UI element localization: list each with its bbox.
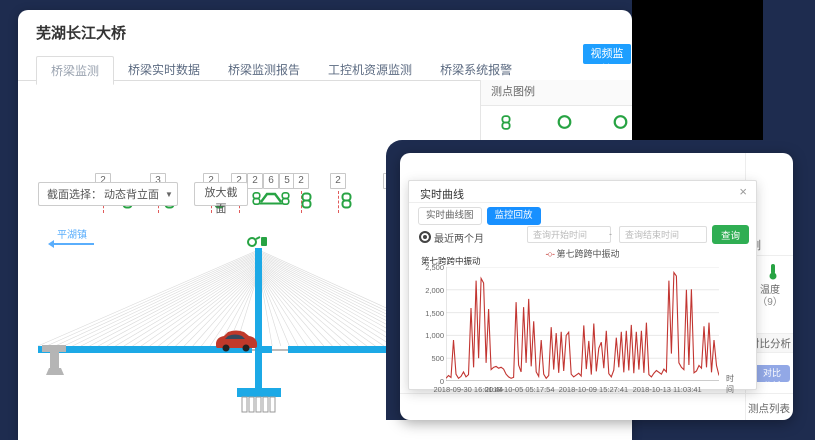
point-legend-icons [481, 114, 633, 134]
main-tab-4[interactable]: 工控机资源监测 [314, 56, 426, 84]
recent-two-months-radio[interactable] [419, 231, 431, 243]
dialog-title: 实时曲线 [420, 186, 464, 202]
dialog-title-bar: 实时曲线 × [409, 181, 756, 203]
query-end-time-input[interactable] [619, 226, 707, 243]
y-tick-label: 1,500 [411, 309, 444, 318]
legend-series-label: 第七跨跨中振动 [556, 249, 619, 259]
main-tab-2[interactable]: 桥梁实时数据 [114, 56, 214, 84]
chart-plot-area [446, 267, 719, 381]
dialog-tab-1[interactable]: 实时曲线图 [418, 207, 482, 225]
vibration-chart: 05001,0001,5002,0002,500 2018-09-30 16:0… [446, 267, 719, 381]
section-select-group[interactable]: 截面选择： 动态背立面 ▼ [38, 182, 178, 206]
enlarge-section-button[interactable]: 放大截面 [194, 182, 248, 206]
x-axis-name: 时间 [726, 373, 734, 395]
page-title: 芜湖长江大桥 [36, 22, 126, 43]
pile-foundation [242, 397, 275, 412]
thermometer-icon [768, 263, 778, 280]
chain-sensor-icon[interactable] [301, 192, 312, 214]
legend-marker-icon: -○- [546, 249, 554, 259]
point-legend-panel: 测点图例 [480, 80, 633, 142]
close-icon[interactable]: × [739, 184, 747, 199]
section-select-value[interactable]: 动态背立面 [104, 186, 163, 202]
query-start-time-input[interactable] [527, 226, 611, 243]
recent-two-months-label: 最近两个月 [434, 230, 484, 245]
y-tick-label: 1,000 [411, 331, 444, 340]
overlay-window: 例 温度 （9） 对比分析 对比分析 测点列表 实时曲线 × 实时曲线图监控回放… [386, 140, 815, 420]
chain-sensor-icon [501, 114, 511, 136]
y-tick-label: 2,500 [411, 263, 444, 272]
range-separator: - [609, 229, 612, 239]
main-tab-1[interactable]: 桥梁监测 [36, 56, 114, 85]
dialog-tabs: 实时曲线图监控回放 [418, 207, 541, 225]
chevron-down-icon: ▼ [165, 190, 173, 199]
bridge-sensor-strip: 2322265 2242 [18, 88, 478, 140]
main-tabs: 桥梁监测桥梁实时数据桥梁监测报告工控机资源监测桥梁系统报警 [36, 56, 526, 84]
y-tick-label: 2,000 [411, 286, 444, 295]
pylon-top-sensor-icons [248, 237, 267, 246]
realtime-curve-dialog: 实时曲线 × 实时曲线图监控回放 最近两个月 - 查询 -○- 第七跨跨中振动 … [408, 180, 757, 390]
compare-analysis-button[interactable]: 对比分析 [754, 365, 790, 382]
query-button[interactable]: 查询 [712, 225, 749, 244]
x-tick-label: 2018-10-13 11:03:41 [633, 385, 702, 394]
chain-sensor-icon[interactable] [341, 192, 352, 214]
point-list-fragment: 测点列表 [748, 401, 790, 416]
dialog-tab-2[interactable]: 监控回放 [487, 207, 541, 225]
point-legend-title: 测点图例 [481, 80, 633, 106]
expansion-joint-sensor-group[interactable]: 265 [247, 170, 295, 212]
main-tab-bar: 桥梁监测桥梁实时数据桥梁监测报告工控机资源监测桥梁系统报警 视频监控 [18, 56, 632, 81]
round-sensor-icon [557, 114, 572, 134]
round-sensor-icon [613, 114, 628, 134]
black-background-region [632, 0, 763, 146]
overlay-window-card: 例 温度 （9） 对比分析 对比分析 测点列表 实时曲线 × 实时曲线图监控回放… [400, 153, 793, 420]
y-tick-label: 500 [411, 354, 444, 363]
abutment [42, 345, 66, 375]
main-tab-3[interactable]: 桥梁监测报告 [214, 56, 314, 84]
video-monitor-button[interactable]: 视频监控 [583, 44, 631, 64]
x-tick-label: 2018-10-09 15:27:41 [559, 385, 629, 394]
section-select-label: 截面选择： [39, 186, 104, 202]
x-tick-label: 2018-10-05 05:17:54 [485, 385, 555, 394]
